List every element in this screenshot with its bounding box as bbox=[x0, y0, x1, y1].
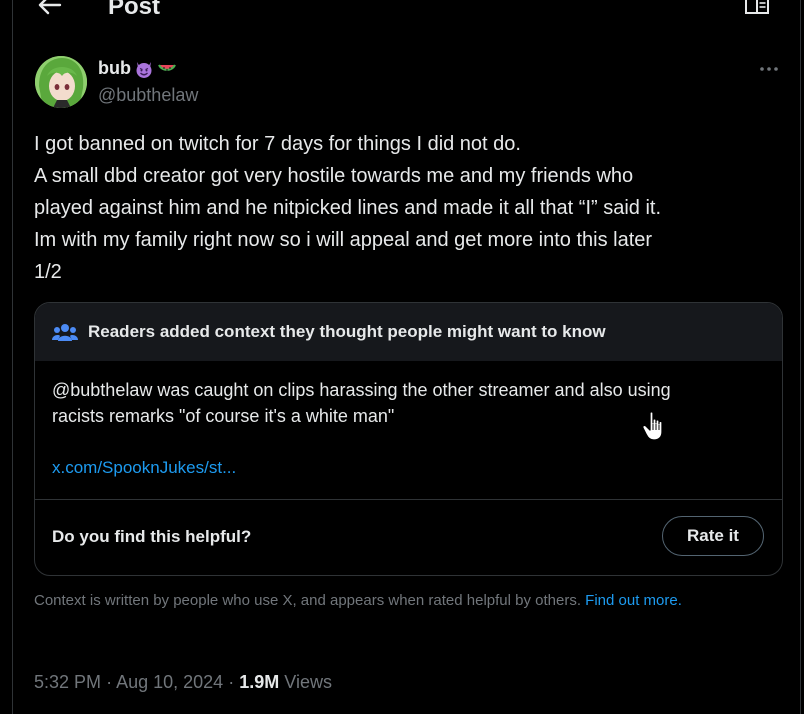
meta-separator: · bbox=[228, 672, 235, 692]
community-note-card: Readers added context they thought peopl… bbox=[34, 302, 783, 576]
reader-mode-button[interactable] bbox=[744, 0, 770, 16]
views-label: Views bbox=[284, 672, 332, 692]
post-date[interactable]: Aug 10, 2024 bbox=[116, 672, 223, 692]
helpful-question: Do you find this helpful? bbox=[52, 527, 252, 546]
back-button[interactable] bbox=[36, 0, 64, 18]
avatar[interactable] bbox=[35, 56, 87, 108]
post-meta: 5:32 PM · Aug 10, 2024 · 1.9M Views bbox=[34, 672, 332, 693]
reader-mode-icon bbox=[745, 0, 769, 14]
arrow-left-icon bbox=[38, 0, 62, 15]
page-title: Post bbox=[108, 0, 161, 20]
handle[interactable]: @bubthelaw bbox=[98, 85, 198, 106]
tweet-line: Im with my family right now so i will ap… bbox=[34, 229, 653, 251]
people-icon bbox=[52, 324, 78, 341]
smiling-devil-emoji-icon bbox=[136, 61, 152, 78]
tweet-line: played against him and he nitpicked line… bbox=[34, 197, 662, 219]
divider bbox=[35, 499, 782, 500]
more-options-button[interactable] bbox=[758, 62, 780, 74]
header: Post bbox=[0, 0, 804, 26]
note-body-line: @bubthelaw was caught on clips harassing… bbox=[52, 380, 671, 400]
display-name-text: bub bbox=[98, 58, 131, 78]
community-note-heading: Readers added context they thought peopl… bbox=[88, 322, 606, 341]
views-count: 1.9M bbox=[239, 672, 280, 692]
rate-it-button[interactable]: Rate it bbox=[662, 516, 764, 556]
tweet-line: 1/2 bbox=[34, 261, 62, 283]
disclaimer-text: Context is written by people who use X, … bbox=[34, 592, 581, 609]
tweet-line: A small dbd creator got very hostile tow… bbox=[34, 165, 634, 187]
find-out-more-link[interactable]: Find out more. bbox=[585, 592, 682, 609]
hand-cursor-icon bbox=[642, 411, 663, 441]
left-border bbox=[12, 0, 13, 714]
post-time[interactable]: 5:32 PM bbox=[34, 672, 101, 692]
community-note-header[interactable]: Readers added context they thought peopl… bbox=[35, 303, 782, 361]
community-note-link[interactable]: x.com/SpooknJukes/st... bbox=[52, 458, 236, 478]
tweet-line: I got banned on twitch for 7 days for th… bbox=[34, 133, 521, 155]
avatar-image bbox=[35, 56, 87, 108]
meta-separator: · bbox=[106, 672, 113, 692]
right-border bbox=[800, 0, 801, 714]
watermelon-emoji-icon bbox=[158, 63, 176, 71]
display-name[interactable]: bub bbox=[98, 58, 177, 79]
community-note-disclaimer: Context is written by people who use X, … bbox=[34, 590, 774, 611]
more-horizontal-icon bbox=[760, 67, 778, 71]
tweet-text: I got banned on twitch for 7 days for th… bbox=[34, 128, 784, 288]
